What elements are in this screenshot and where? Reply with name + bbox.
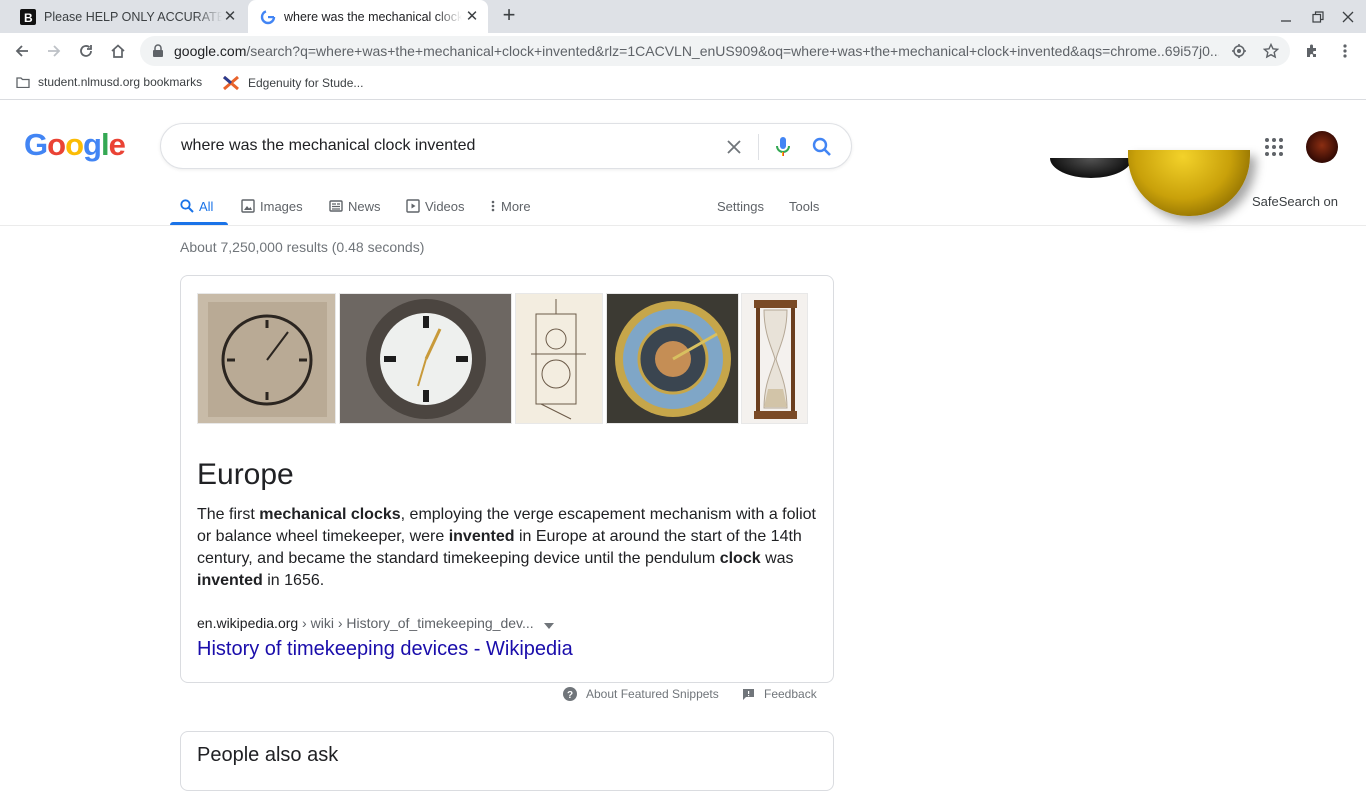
thumbnail-hourglass[interactable] <box>741 293 808 424</box>
close-icon[interactable]: ✕ <box>464 8 480 25</box>
google-logo[interactable]: Google <box>24 127 126 163</box>
home-icon[interactable] <box>106 39 130 63</box>
result-stats: About 7,250,000 results (0.48 seconds) <box>180 239 425 255</box>
google-icon <box>260 9 276 25</box>
bookmarks-bar: student.nlmusd.org bookmarks Edgenuity f… <box>0 69 1366 100</box>
image-icon <box>241 199 255 213</box>
tab-all[interactable]: All <box>180 187 213 225</box>
search-box[interactable]: where was the mechanical clock invented <box>160 123 852 169</box>
url-text[interactable]: google.com/search?q=where+was+the+mechan… <box>174 43 1219 59</box>
restore-icon[interactable] <box>1309 8 1327 26</box>
extensions-icon[interactable] <box>1300 39 1324 63</box>
tab-more[interactable]: More <box>490 187 531 225</box>
featured-snippet: Europe The first mechanical clocks, empl… <box>180 275 834 683</box>
clear-icon[interactable] <box>722 135 746 159</box>
help-icon: ? <box>563 687 577 701</box>
caret-down-icon[interactable] <box>543 616 554 632</box>
minimize-icon[interactable] <box>1277 8 1295 26</box>
tab-news[interactable]: News <box>329 187 381 225</box>
location-icon[interactable] <box>1231 43 1247 64</box>
thumbnail-ornate-clock[interactable] <box>339 293 512 424</box>
tab-tools[interactable]: Tools <box>789 187 819 225</box>
browser-tab-google[interactable]: where was the mechanical clock invented … <box>248 0 488 34</box>
thumbnail-clock-face[interactable] <box>197 293 336 424</box>
reload-icon[interactable] <box>74 39 98 63</box>
snippet-text: The first mechanical clocks, employing t… <box>197 506 816 589</box>
close-icon[interactable]: ✕ <box>222 8 238 25</box>
back-icon[interactable] <box>10 39 34 63</box>
brainly-icon: B <box>20 8 36 25</box>
search-icon <box>180 199 194 213</box>
search-input[interactable]: where was the mechanical clock invented <box>181 137 475 155</box>
new-tab-icon[interactable]: + <box>498 4 520 27</box>
active-tab-indicator <box>170 222 228 225</box>
result-title-link[interactable]: History of timekeeping devices - Wikiped… <box>197 638 573 661</box>
bookmark-edgenuity[interactable]: Edgenuity for Stude... <box>222 75 363 91</box>
tab-title: where was the mechanical clock invented … <box>284 10 462 24</box>
search-tabs: All Images News Videos More Settings Too… <box>0 187 1366 226</box>
avatar[interactable] <box>1306 131 1338 163</box>
tab-images[interactable]: Images <box>241 187 303 225</box>
svg-text:B: B <box>24 11 33 25</box>
news-icon <box>329 199 343 213</box>
close-window-icon[interactable] <box>1339 8 1357 26</box>
thumbnail-astronomical-clock[interactable] <box>606 293 739 424</box>
star-icon[interactable] <box>1262 42 1280 64</box>
people-also-ask-title: People also ask <box>197 744 339 766</box>
apps-grid-icon[interactable] <box>1262 135 1286 159</box>
about-featured-snippets-link[interactable]: ? About Featured Snippets <box>563 687 719 701</box>
video-icon <box>406 199 420 213</box>
tab-settings[interactable]: Settings <box>717 187 764 225</box>
tab-title: Please HELP ONLY ACCURATE ANSWERS <box>44 9 222 24</box>
people-also-ask: People also ask <box>180 731 834 791</box>
safesearch-status[interactable]: SafeSearch on <box>1252 194 1338 209</box>
feedback-link[interactable]: Feedback <box>742 687 817 701</box>
snippet-answer: Europe <box>197 458 294 491</box>
search-icon[interactable] <box>810 135 834 159</box>
menu-kebab-icon[interactable] <box>1333 39 1357 63</box>
microphone-icon[interactable] <box>771 135 795 159</box>
folder-icon <box>16 76 30 88</box>
svg-text:?: ? <box>567 690 573 701</box>
result-citation[interactable]: en.wikipedia.org › wiki › History_of_tim… <box>197 615 554 632</box>
lock-icon <box>152 44 164 63</box>
browser-tab-brainly[interactable]: B Please HELP ONLY ACCURATE ANSWERS ✕ <box>0 0 246 33</box>
address-bar[interactable]: google.com/search?q=where+was+the+mechan… <box>140 36 1290 66</box>
thumbnail-mechanism-drawing[interactable] <box>515 293 603 424</box>
more-vertical-icon <box>490 199 496 213</box>
feedback-icon <box>742 688 755 701</box>
browser-toolbar: google.com/search?q=where+was+the+mechan… <box>0 33 1366 69</box>
edgenuity-icon <box>222 75 240 91</box>
doodle-dark-sphere <box>1050 158 1132 178</box>
forward-icon[interactable] <box>42 39 66 63</box>
bookmark-student-folder[interactable]: student.nlmusd.org bookmarks <box>16 75 202 89</box>
tab-strip: B Please HELP ONLY ACCURATE ANSWERS ✕ wh… <box>0 0 1366 34</box>
tab-videos[interactable]: Videos <box>406 187 465 225</box>
search-divider <box>758 134 759 160</box>
